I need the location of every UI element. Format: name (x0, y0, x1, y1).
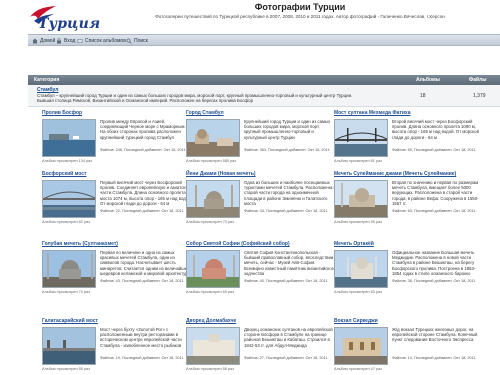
album-thumbnail[interactable] (42, 119, 96, 157)
login-icon (57, 38, 61, 44)
album-thumbnail[interactable] (42, 180, 96, 218)
album-description: Первый висячий мост через Босфорский про… (100, 180, 192, 206)
album-card: Мост султана Мехмеда Фатиха Второй висячи… (334, 110, 486, 171)
album-file-info: Файлов: 19, Последний добавлен: Окт 18, … (100, 356, 184, 360)
album-file-info: Файлов: 14, Последний добавлен: Окт 18, … (392, 356, 476, 360)
album-thumbnail[interactable] (42, 327, 96, 365)
album-card: Мечеть Сулеймание джами (Мечеть Сулейман… (334, 171, 486, 232)
album-view-count: Альбом просмотрен 70 раз (186, 220, 234, 224)
search-icon (126, 38, 132, 44)
album-file-info: Файлов: 27, Последний добавлен: Окт 18, … (244, 356, 328, 360)
home-icon (32, 38, 38, 44)
category-album-count: 18 (420, 93, 426, 99)
album-view-count: Альбом просмотрен 134 раз (42, 159, 92, 163)
col-files-header: Файлы (469, 77, 487, 83)
album-title-link[interactable]: Мечеть Ортакёй (334, 241, 486, 249)
album-file-info: Файлов: 248, Последний добавлен: Окт 18,… (100, 148, 186, 152)
album-file-info: Файлов: 59, Последний добавлен: Окт 18, … (392, 148, 476, 152)
album-card: Собор Святой Софии (Софийский собор) Свят… (186, 241, 338, 302)
col-category-header: Категория (34, 77, 60, 83)
album-file-info: Файлов: 38, Последний добавлен: Окт 18, … (392, 279, 476, 283)
main-nav: Домой Вход Список альбомов Поиск (28, 34, 500, 46)
logo-text: Турция (38, 16, 101, 32)
album-title-link[interactable]: Город Стамбул (186, 110, 338, 118)
album-title-link[interactable]: Собор Святой Софии (Софийский собор) (186, 241, 338, 249)
page: Турция Фотографии Турции Фотогалереи пут… (0, 0, 500, 375)
category-row: Стамбул Стамбул – крупнейший город Турци… (28, 85, 500, 107)
album-card: Мечеть Ортакёй Официальное название Больш… (334, 241, 486, 302)
album-thumbnail[interactable] (334, 327, 388, 365)
album-thumbnail[interactable] (334, 250, 388, 288)
album-description: Святая София Константинопольская - бывши… (244, 250, 336, 276)
page-title: Фотографии Турции (254, 2, 346, 12)
category-table-header: Категория Альбомы Файлы (28, 75, 500, 85)
album-card: Йени Джами (Новая мечеть) Одна из больших… (186, 171, 338, 232)
album-list-icon (77, 39, 83, 43)
album-thumbnail[interactable] (334, 180, 388, 218)
album-description: Дворец османских султанов на европейской… (244, 327, 333, 348)
album-thumbnail[interactable] (42, 250, 96, 288)
album-file-info: Файлов: 383, Последний добавлен: Окт 18,… (244, 148, 330, 152)
album-card: Город Стамбул Крупнейший город Турции и о… (186, 110, 338, 171)
album-view-count: Альбом просмотрен 63 раз (334, 290, 382, 294)
nav-search-label: Поиск (134, 38, 148, 44)
category-file-count: 1,379 (473, 93, 486, 99)
album-thumbnail[interactable] (186, 327, 240, 365)
album-card: Босфорский мост Первый висячий мост через… (42, 171, 194, 232)
album-title-link[interactable]: Мечеть Сулеймание джами (Мечеть Сулейман… (334, 171, 486, 179)
col-albums-header: Альбомы (416, 77, 440, 83)
album-card: Голубая мечеть (Султанахмет) Первая по ве… (42, 241, 194, 302)
album-view-count: Альбом просмотрен 81 раз (334, 159, 382, 163)
album-card: Галатасарайский мост Мост через бухту «Зо… (42, 318, 194, 375)
album-view-count: Альбом просмотрен 82 раз (42, 220, 90, 224)
album-view-count: Альбом просмотрен 47 раз (334, 367, 382, 371)
album-thumbnail[interactable] (334, 119, 388, 157)
nav-login-label: Вход (64, 38, 76, 44)
album-description: Мост через бухту «Золотой Рог» с располо… (100, 327, 182, 348)
album-file-info: Файлов: 22, Последний добавлен: Окт 18, … (100, 209, 184, 213)
album-file-info: Файлов: 60, Последний добавлен: Окт 18, … (392, 209, 476, 213)
album-title-link[interactable]: Йени Джами (Новая мечеть) (186, 171, 338, 179)
album-card: Пролив Босфор Пролив между Европой и Азие… (42, 110, 194, 171)
album-view-count: Альбом просмотрен 55 раз (42, 367, 90, 371)
album-description: Одна из больших и наиболее посещаемых ту… (244, 180, 336, 206)
site-logo[interactable]: Турция (28, 5, 100, 33)
album-description: Первая по величине и одна из самых краси… (100, 250, 191, 276)
album-description: Второй висячий мост через Босфорский про… (392, 119, 479, 140)
album-title-link[interactable]: Вокзал Сиркеджи (334, 318, 486, 326)
album-view-count: Альбом просмотрен 58 раз (186, 367, 234, 371)
album-title-link[interactable]: Пролив Босфор (42, 110, 194, 118)
nav-album-list[interactable]: Список альбомов (77, 37, 126, 45)
page-subtitle: Фотогалереи путешествий по Турецкой респ… (155, 14, 445, 19)
nav-search[interactable]: Поиск (126, 37, 148, 45)
nav-album-list-label: Список альбомов (85, 38, 126, 44)
nav-home[interactable]: Домой (32, 37, 55, 45)
album-card: Вокзал Сиркеджи Ж/д вокзал Турецких желез… (334, 318, 486, 375)
album-description: Крупнейший город Турции и один из самых … (244, 119, 331, 140)
site-header: Турция Фотографии Турции Фотогалереи пут… (0, 0, 500, 34)
album-card: Дворец Долмабахче Дворец османских султан… (186, 318, 338, 375)
album-view-count: Альбом просмотрен 585 раз (186, 159, 236, 163)
album-thumbnail[interactable] (186, 119, 240, 157)
album-title-link[interactable]: Галатасарайский мост (42, 318, 194, 326)
album-description: Пролив между Европой и Азией, соединяющи… (100, 119, 186, 140)
album-thumbnail[interactable] (186, 250, 240, 288)
album-view-count: Альбом просмотрен 69 раз (186, 290, 234, 294)
album-description: Ж/д вокзал Турецких железных дорог, на е… (392, 327, 478, 343)
album-file-info: Файлов: 40, Последний добавлен: Окт 18, … (244, 279, 328, 283)
nav-home-label: Домой (40, 38, 56, 44)
category-description: Стамбул – крупнейший город Турции и один… (37, 93, 353, 104)
album-description: Официальное название Большая мечеть Медж… (392, 250, 476, 276)
album-title-link[interactable]: Голубая мечеть (Султанахмет) (42, 241, 194, 249)
album-view-count: Альбом просмотрен 95 раз (334, 220, 382, 224)
album-title-link[interactable]: Мост султана Мехмеда Фатиха (334, 110, 486, 118)
nav-login[interactable]: Вход (56, 37, 75, 45)
album-thumbnail[interactable] (186, 180, 240, 218)
album-title-link[interactable]: Дворец Долмабахче (186, 318, 338, 326)
album-description: Вторая по значению и первая по размерам … (392, 180, 479, 206)
album-file-info: Файлов: 43, Последний добавлен: Окт 18, … (100, 279, 184, 283)
album-file-info: Файлов: 43, Последний добавлен: Окт 18, … (244, 209, 328, 213)
album-title-link[interactable]: Босфорский мост (42, 171, 194, 179)
album-view-count: Альбом просмотрен 74 раз (42, 290, 90, 294)
